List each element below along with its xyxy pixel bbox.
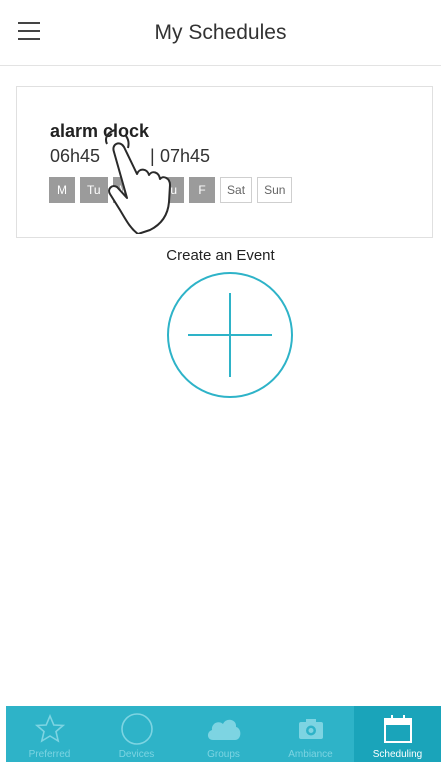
bottom-tab-bar: Preferred Devices Groups Ambiance Schedu… [6, 706, 441, 762]
page-title: My Schedules [154, 20, 287, 44]
tab-preferred[interactable]: Preferred [6, 706, 93, 762]
tab-devices-label: Devices [118, 749, 155, 760]
hamburger-menu-icon[interactable] [14, 22, 44, 44]
tab-ambiance-label: Ambiance [288, 749, 333, 760]
day-badge-friday: F [189, 177, 216, 203]
star-icon [34, 713, 65, 745]
day-badge-monday: M [49, 177, 75, 203]
tab-preferred-label: Preferred [28, 749, 71, 760]
day-badge-sunday: Sun [257, 177, 293, 203]
tab-ambiance[interactable]: Ambiance [267, 706, 354, 762]
tab-groups-label: Groups [207, 749, 240, 760]
create-event-label: Create an Event [166, 247, 275, 264]
tab-scheduling-label: Scheduling [372, 749, 423, 760]
plus-circle-icon[interactable] [166, 271, 294, 399]
schedule-start-time: 06h45 [50, 146, 101, 166]
top-app-bar: My Schedules [0, 0, 441, 66]
calendar-icon [383, 713, 413, 745]
camera-icon [298, 713, 324, 745]
circle-icon [120, 713, 154, 745]
tab-devices[interactable]: Devices [93, 706, 180, 762]
day-badge-saturday: Sat [220, 177, 253, 203]
schedule-card[interactable]: alarm clock 06h45 | 07h45 M Tu We Thu F … [16, 86, 433, 238]
tab-groups[interactable]: Groups [180, 706, 267, 762]
tab-scheduling[interactable]: Scheduling [354, 706, 441, 762]
cloud-icon [205, 713, 243, 745]
tap-hand-icon [105, 129, 171, 234]
